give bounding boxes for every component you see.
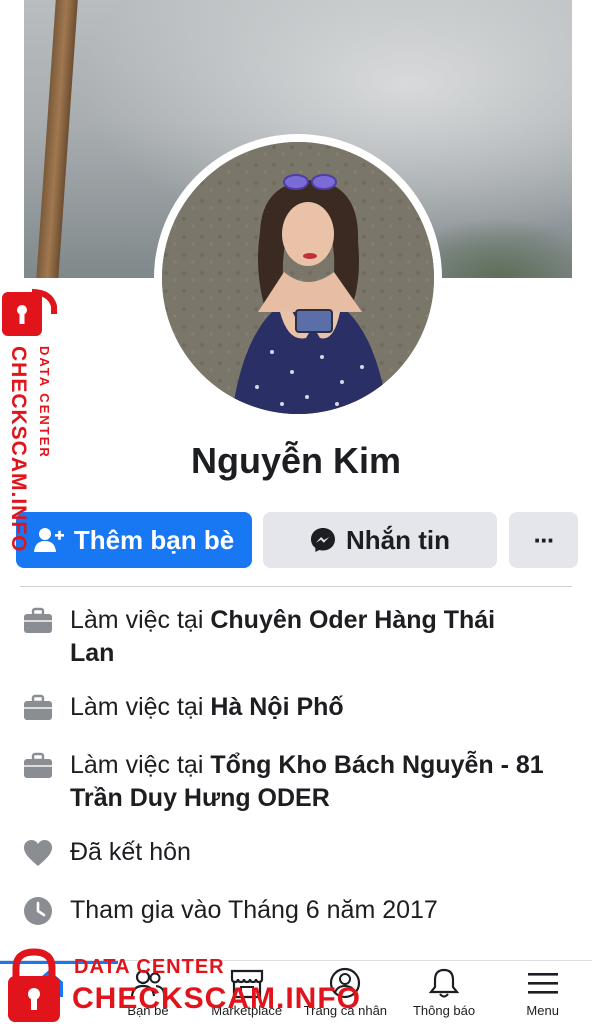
more-options-button[interactable]: ··· [509,512,578,568]
tab-label: Thông báo [412,1003,476,1018]
intro-item-text: Làm việc tại Chuyên Oder Hàng Thái Lan [70,606,496,667]
profile-name: Nguyễn Kim [190,440,402,481]
intro-item-work-3: Làm việc tại Tổng Kho Bách Nguyễn - 81 T… [22,749,582,815]
watermark-side: CHECKSCAM.INFO DATA CENTER [2,288,64,578]
watermark-data-center: DATA CENTER [74,956,225,978]
tab-label: Menu [526,1003,559,1018]
briefcase-icon [24,752,52,778]
intro-item-work-2: Làm việc tại Hà Nội Phố [22,691,582,724]
more-icon: ··· [533,524,556,555]
bell-icon [428,968,460,998]
watermark-checkscam: CHECKSCAM.INFO [72,982,361,1015]
intro-item-text: Làm việc tại Tổng Kho Bách Nguyễn - 81 T… [70,751,544,812]
divider [20,586,572,587]
intro-item-text: Đã kết hôn [70,838,191,866]
briefcase-icon [24,694,52,720]
briefcase-icon [24,607,52,633]
intro-item-relationship: Đã kết hôn [22,836,582,869]
intro-item-work-1: Làm việc tại Chuyên Oder Hàng Thái Lan [22,604,582,670]
message-label: Nhắn tin [346,524,450,555]
tab-menu[interactable]: Menu [493,961,592,1024]
workplace-link[interactable]: Hà Nội Phố [210,693,343,721]
lock-icon [8,948,60,1022]
workplace-link[interactable]: Tổng Kho Bách Nguyễn - 81 [210,751,543,779]
watermark-data-center: DATA CENTER [37,346,52,459]
lock-icon [2,289,57,336]
add-friend-label: Thêm bạn bè [73,524,235,555]
intro-item-joined: Tham gia vào Tháng 6 năm 2017 [22,894,582,927]
menu-icon [527,973,558,994]
heart-icon [24,840,52,866]
intro-item-text: Tham gia vào Tháng 6 năm 2017 [70,896,438,924]
avatar[interactable] [162,142,434,414]
workplace-link-cont[interactable]: Lan [70,639,114,667]
workplace-link-cont[interactable]: Trần Duy Hưng ODER [70,784,330,812]
tab-notifications[interactable]: Thông báo [395,961,494,1024]
clock-icon [24,897,52,925]
intro-item-text: Làm việc tại Hà Nội Phố [70,693,344,721]
watermark-bottom: DATA CENTER CHECKSCAM.INFO [6,948,386,1024]
watermark-checkscam: CHECKSCAM.INFO [7,346,30,553]
avatar-illustration [162,142,434,414]
messenger-icon [311,528,335,552]
message-button[interactable]: Nhắn tin [263,512,497,568]
workplace-link[interactable]: Chuyên Oder Hàng Thái [210,606,495,634]
